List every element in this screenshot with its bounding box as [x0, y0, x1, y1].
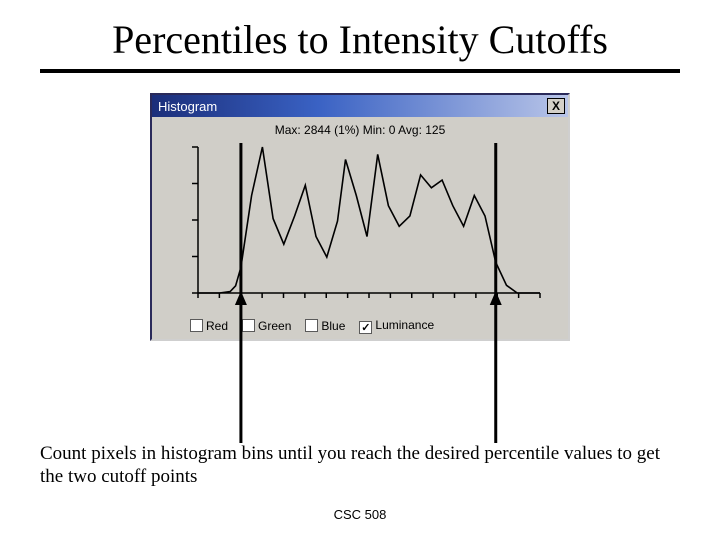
- close-button[interactable]: X: [547, 98, 565, 114]
- checkbox-label: Red: [206, 319, 228, 333]
- checkbox-label: Blue: [321, 319, 345, 333]
- channel-checkboxes: Red Green Blue ✓Luminance: [152, 315, 568, 339]
- histogram-wrapper: Histogram X Max: 2844 (1%) Min: 0 Avg: 1…: [150, 93, 570, 341]
- checkbox-luminance[interactable]: ✓: [359, 321, 372, 334]
- window-title: Histogram: [158, 99, 217, 114]
- window-titlebar: Histogram X: [152, 95, 568, 117]
- checkbox-red[interactable]: [190, 319, 203, 332]
- caption-text: Count pixels in histogram bins until you…: [40, 442, 680, 488]
- histogram-plot: [170, 141, 550, 311]
- close-icon: X: [552, 99, 560, 113]
- histogram-window: Histogram X Max: 2844 (1%) Min: 0 Avg: 1…: [150, 93, 570, 341]
- checkbox-label: Luminance: [375, 318, 434, 332]
- histogram-svg: [170, 141, 550, 311]
- footer-text: CSC 508: [0, 507, 720, 522]
- checkbox-green[interactable]: [242, 319, 255, 332]
- histogram-stats: Max: 2844 (1%) Min: 0 Avg: 125: [152, 117, 568, 141]
- checkbox-blue[interactable]: [305, 319, 318, 332]
- page-title: Percentiles to Intensity Cutoffs: [40, 16, 680, 63]
- checkbox-label: Green: [258, 319, 291, 333]
- divider: [40, 69, 680, 73]
